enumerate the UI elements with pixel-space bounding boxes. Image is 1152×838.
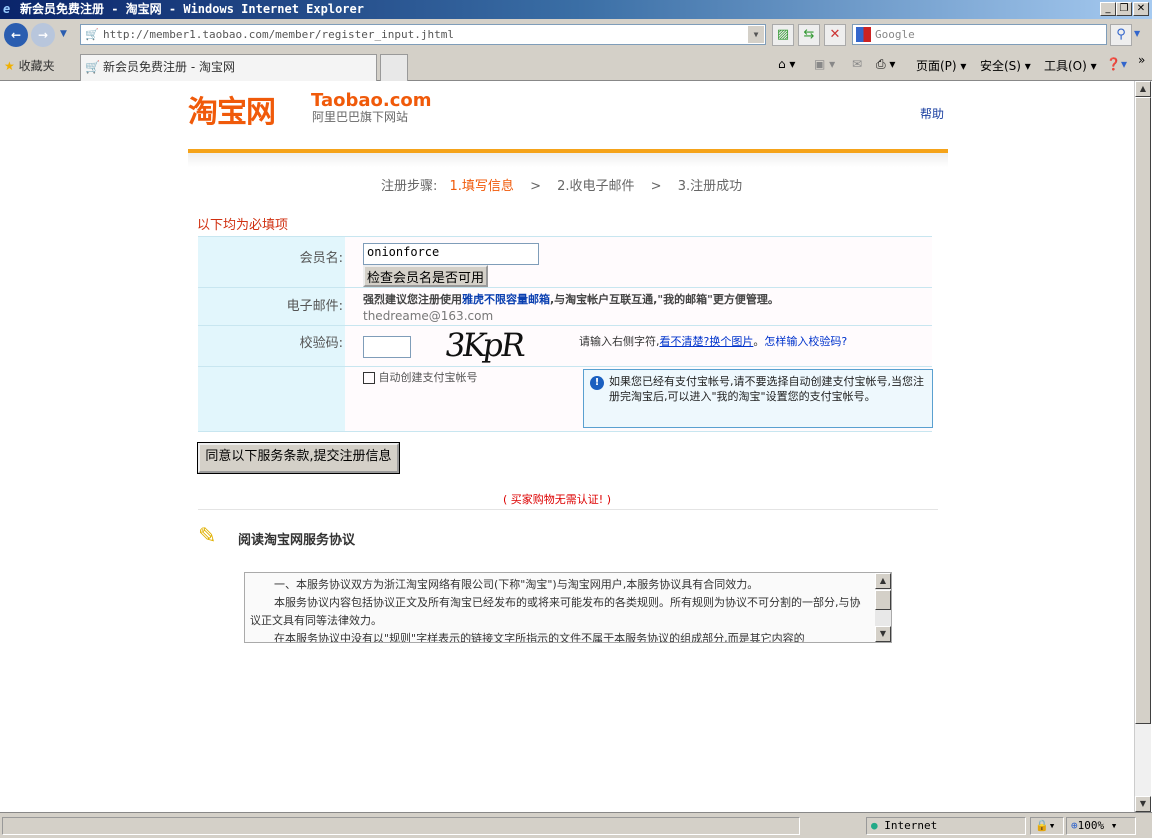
safety-menu[interactable]: 安全(S) ▾ [980, 57, 1031, 74]
email-input[interactable]: thedreame@163.com [363, 309, 493, 323]
more-commands-icon[interactable]: » [1138, 53, 1145, 67]
protected-mode-icon[interactable]: 🔒▾ [1030, 817, 1064, 835]
tab-title: 新会员免费注册 - 淘宝网 [103, 60, 235, 74]
search-placeholder: Google [875, 28, 915, 41]
checkbox-icon[interactable] [363, 372, 375, 384]
zone-indicator: ● Internet [866, 817, 1026, 835]
tab-current[interactable]: 🛒 新会员免费注册 - 淘宝网 [80, 54, 377, 81]
email-tip: 强烈建议您注册使用雅虎不限容量邮箱,与淘宝帐户互联互通,"我的邮箱"更方便管理。 [363, 291, 779, 307]
zoom-level: 100% [1077, 819, 1105, 832]
site-favicon-icon: 🛒 [85, 28, 99, 41]
captcha-input[interactable] [363, 336, 411, 358]
captcha-hint-text: 请输入右侧字符, [579, 335, 660, 348]
status-text [2, 817, 800, 835]
captcha-label: 校验码: [198, 326, 345, 366]
history-dropdown-icon[interactable]: ▼ [60, 29, 67, 39]
submit-registration-button[interactable]: 同意以下服务条款,提交注册信息 [197, 442, 400, 474]
divider [198, 509, 938, 510]
search-options-icon[interactable]: ▼ [1134, 29, 1140, 38]
zoom-icon: ⊕ [1071, 819, 1078, 832]
tab-bar: ★ 收藏夹 🛒 新会员免费注册 - 淘宝网 ⌂ ▾ ▣ ▾ ✉ ⎙ ▾ 页面(P)… [0, 51, 1152, 81]
alipay-info-box: ! 如果您已经有支付宝帐号,请不要选择自动创建支付宝帐号,当您注册完淘宝后,可以进… [583, 369, 933, 428]
scroll-up-icon[interactable]: ▲ [1135, 81, 1151, 97]
agreement-title: 阅读淘宝网服务协议 [238, 533, 356, 548]
alipay-checkbox-label: 自动创建支付宝帐号 [378, 371, 478, 384]
restore-button[interactable]: ❐ [1116, 2, 1132, 16]
navigation-bar: ← → ▼ 🛒 http://member1.taobao.com/member/… [0, 19, 1152, 51]
tools-menu[interactable]: 工具(O) ▾ [1044, 57, 1097, 74]
page-menu[interactable]: 页面(P) ▾ [916, 57, 966, 74]
url-text: http://member1.taobao.com/member/registe… [103, 28, 454, 41]
window-title-bar: e 新会员免费注册 - 淘宝网 - Windows Internet Explor… [0, 0, 1152, 19]
alipay-checkbox[interactable]: 自动创建支付宝帐号 [363, 369, 478, 385]
alipay-label-cell [198, 367, 345, 431]
agreement-paragraph: 一、本服务协议双方为浙江淘宝网络有限公司(下称"淘宝")与淘宝网用户,本服务协议… [274, 578, 759, 591]
captcha-hint: 请输入右侧字符,看不清楚?换个图片。怎样输入校验码? [579, 335, 848, 348]
alipay-info-text: 如果您已经有支付宝帐号,请不要选择自动创建支付宝帐号,当您注册完淘宝后,可以进入… [609, 375, 924, 403]
feeds-button[interactable]: ▣ ▾ [814, 57, 835, 71]
safety-menu-label: 安全(S) [980, 59, 1021, 73]
email-label: 电子邮件: [198, 288, 345, 325]
mail-button[interactable]: ✉ [852, 57, 862, 71]
close-window-button[interactable]: ✕ [1133, 2, 1149, 16]
buyer-note: ( 买家购物无需认证! ) [503, 493, 611, 506]
scroll-up-icon[interactable]: ▲ [875, 573, 891, 589]
info-icon: ! [590, 376, 604, 390]
address-dropdown-icon[interactable]: ▼ [748, 26, 764, 43]
print-button[interactable]: ⎙ ▾ [876, 57, 895, 72]
refresh-button[interactable]: ⇆ [798, 24, 820, 46]
page-menu-label: 页面(P) [916, 59, 957, 73]
forward-button[interactable]: → [31, 23, 55, 47]
yahoo-mail-link[interactable]: 雅虎不限容量邮箱 [462, 293, 550, 306]
scroll-thumb[interactable] [875, 590, 891, 610]
favorites-label: 收藏夹 [18, 59, 55, 73]
check-username-button[interactable]: 检查会员名是否可用 [363, 265, 489, 287]
scroll-thumb[interactable] [1135, 97, 1151, 724]
favorites-button[interactable]: ★ 收藏夹 [4, 57, 55, 74]
email-row: 电子邮件: 强烈建议您注册使用雅虎不限容量邮箱,与淘宝帐户互联互通,"我的邮箱"… [198, 287, 932, 325]
page-scrollbar[interactable]: ▲ ▼ [1134, 81, 1151, 812]
help-menu-icon[interactable]: ❓▾ [1106, 57, 1127, 71]
search-button[interactable]: ⚲ [1110, 24, 1132, 46]
stop-button[interactable]: ✕ [824, 24, 846, 46]
agreement-paragraph: 本服务协议内容包括协议正文及所有淘宝已经发布的或将来可能发布的各类规则。所有规则… [250, 596, 861, 627]
username-input[interactable]: onionforce [363, 243, 539, 265]
back-button[interactable]: ← [4, 23, 28, 47]
email-tip-text: ,与淘宝帐户互联互通,"我的邮箱"更方便管理。 [550, 293, 779, 306]
tools-menu-label: 工具(O) [1044, 59, 1087, 73]
tab-favicon-icon: 🛒 [85, 60, 100, 74]
page-content: 淘宝网 Taobao.com 阿里巴巴旗下网站 帮助 注册步骤: 1.填写信息 … [0, 81, 1134, 812]
registration-form: 会员名: onionforce 检查会员名是否可用 电子邮件: 强烈建议您注册使… [0, 81, 1134, 812]
username-row: 会员名: onionforce 检查会员名是否可用 [198, 236, 932, 287]
zoom-button[interactable]: ⊕100% ▾ [1066, 817, 1136, 835]
google-icon [856, 27, 871, 42]
agreement-textbox[interactable]: 一、本服务协议双方为浙江淘宝网络有限公司(下称"淘宝")与淘宝网用户,本服务协议… [244, 572, 892, 643]
status-bar: ● Internet 🔒▾ ⊕100% ▾ [0, 812, 1152, 838]
ie-logo-icon: e [3, 2, 11, 16]
captcha-help-link[interactable]: 怎样输入校验码? [764, 335, 847, 348]
agreement-icon: ✎ [198, 524, 217, 549]
home-button[interactable]: ⌂ ▾ [778, 57, 795, 71]
zone-label: Internet [884, 819, 938, 832]
agreement-scrollbar[interactable]: ▲ ▼ [875, 573, 891, 642]
search-input[interactable]: Google [852, 24, 1107, 45]
agreement-paragraph: 在本服务协议中没有以"规则"字样表示的链接文字所指示的文件不属于本服务协议的组成… [274, 632, 805, 643]
alipay-row: 自动创建支付宝帐号 ! 如果您已经有支付宝帐号,请不要选择自动创建支付宝帐号,当您… [198, 366, 933, 432]
globe-icon: ● [871, 819, 878, 832]
email-tip-text: 强烈建议您注册使用 [363, 293, 462, 306]
window-title: 新会员免费注册 - 淘宝网 - Windows Internet Explore… [20, 2, 364, 16]
star-icon: ★ [4, 59, 15, 73]
refresh-captcha-link[interactable]: 看不清楚?换个图片 [660, 335, 754, 348]
captcha-image[interactable]: 3KpR [442, 326, 543, 366]
scroll-down-icon[interactable]: ▼ [1135, 796, 1151, 812]
captcha-row: 校验码: 3KpR 请输入右侧字符,看不清楚?换个图片。怎样输入校验码? [198, 325, 932, 366]
new-tab-button[interactable] [380, 54, 408, 81]
address-bar[interactable]: 🛒 http://member1.taobao.com/member/regist… [80, 24, 766, 45]
username-label: 会员名: [198, 237, 345, 287]
compatibility-icon[interactable]: ▨ [772, 24, 794, 46]
scroll-down-icon[interactable]: ▼ [875, 626, 891, 642]
minimize-button[interactable]: _ [1100, 2, 1116, 16]
